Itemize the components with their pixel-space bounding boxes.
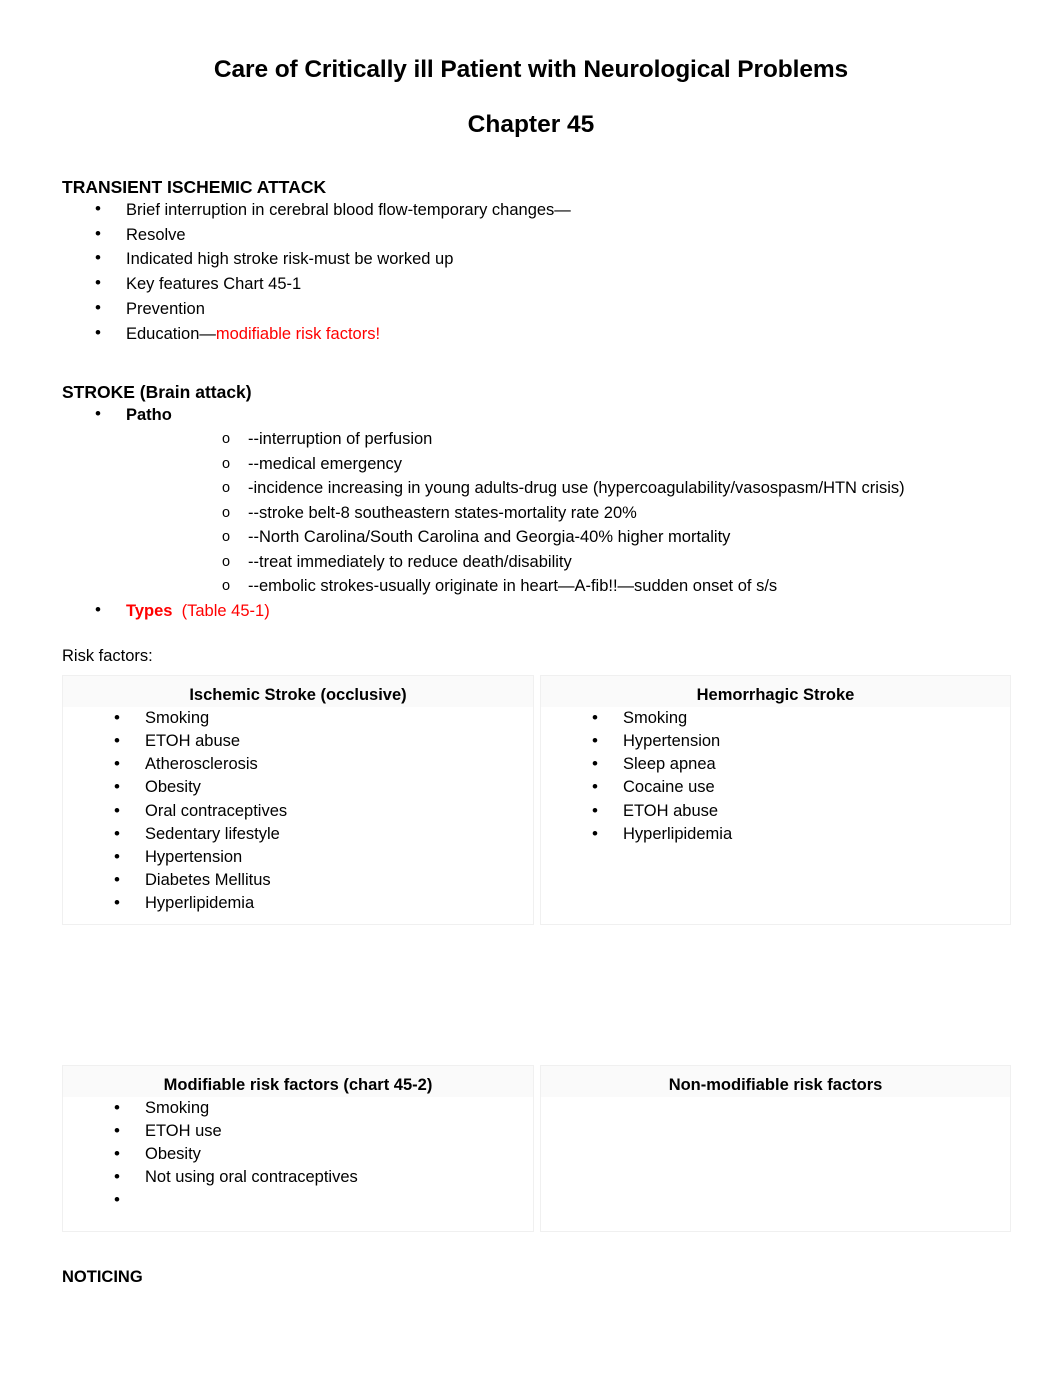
list-item: Hyperlipidemia: [541, 822, 1010, 846]
table-row: Ischemic Stroke (occlusive) Smoking ETOH…: [62, 674, 1011, 925]
hemorrhagic-risk-list: Smoking Hypertension Sleep apnea Cocaine…: [541, 706, 1010, 846]
list-item: Prevention: [62, 296, 1000, 322]
cell-body-ischemic: Smoking ETOH abuse Atherosclerosis Obesi…: [63, 706, 533, 924]
list-item-types: Types (Table 45-1): [62, 598, 1000, 624]
tia-bullet-list: Brief interruption in cerebral blood flo…: [62, 197, 1000, 347]
stroke-bullet-list: Patho --interruption of perfusion --medi…: [62, 402, 1000, 624]
list-item: Smoking: [63, 706, 533, 730]
list-item: --stroke belt-8 southeastern states-mort…: [126, 501, 1000, 526]
list-item: Not using oral contraceptives: [63, 1165, 533, 1189]
list-item: ETOH abuse: [63, 729, 533, 753]
list-item: Sleep apnea: [541, 752, 1010, 776]
table-row: Modifiable risk factors (chart 45-2) Smo…: [62, 1064, 1011, 1232]
list-item: Obesity: [63, 775, 533, 799]
list-item-patho: Patho --interruption of perfusion --medi…: [62, 402, 1000, 599]
list-item: Cocaine use: [541, 775, 1010, 799]
document-content: Care of Critically ill Patient with Neur…: [62, 0, 1011, 1288]
list-item: Sedentary lifestyle: [63, 822, 533, 846]
cell-body-modifiable: Smoking ETOH use Obesity Not using oral …: [63, 1096, 533, 1231]
list-item: Hypertension: [541, 729, 1010, 753]
list-item: Atherosclerosis: [63, 752, 533, 776]
page-title: Care of Critically ill Patient with Neur…: [213, 56, 849, 83]
list-item: --embolic strokes-usually originate in h…: [126, 574, 1000, 599]
list-item: Obesity: [63, 1142, 533, 1166]
document-page: Care of Critically ill Patient with Neur…: [0, 0, 1062, 1377]
section-heading-tia: TRANSIENT ISCHEMIC ATTACK: [62, 176, 327, 197]
list-item-empty: [63, 1188, 533, 1212]
ischemic-risk-list: Smoking ETOH abuse Atherosclerosis Obesi…: [63, 706, 533, 916]
education-prefix: Education—: [126, 324, 216, 343]
list-item: ETOH abuse: [541, 798, 1010, 823]
types-reference: (Table 45-1): [181, 601, 270, 620]
list-item: --interruption of perfusion: [126, 427, 1000, 452]
cell-body-non-modifiable: [541, 1097, 1010, 1227]
list-item: Key features Chart 45-1: [62, 271, 1000, 297]
types-label: Types: [126, 601, 173, 620]
cell-body-hemorrhagic: Smoking Hypertension Sleep apnea Cocaine…: [541, 706, 1010, 854]
list-item: Diabetes Mellitus: [63, 868, 533, 892]
list-item: Brief interruption in cerebral blood flo…: [62, 197, 1000, 223]
table-cell-hemorrhagic: Hemorrhagic Stroke Smoking Hypertension …: [540, 674, 1011, 925]
column-header-non-modifiable: Non-modifiable risk factors: [541, 1065, 1010, 1097]
list-item: --North Carolina/South Carolina and Geor…: [126, 525, 1000, 550]
list-item: Hypertension: [63, 845, 533, 869]
table-stroke-risk-factors: Ischemic Stroke (occlusive) Smoking ETOH…: [62, 674, 1011, 925]
list-item-education: Education—modifiable risk factors!: [62, 321, 1000, 347]
column-header-modifiable: Modifiable risk factors (chart 45-2): [63, 1065, 533, 1097]
table-modifiable-risk-factors: Modifiable risk factors (chart 45-2) Smo…: [62, 1064, 1011, 1232]
list-item: --treat immediately to reduce death/disa…: [126, 550, 1000, 575]
risk-factors-label: Risk factors:: [62, 646, 153, 665]
list-item: -incidence increasing in young adults-dr…: [126, 476, 1000, 501]
list-item: --medical emergency: [126, 452, 1000, 477]
list-item: Smoking: [541, 706, 1010, 730]
list-item: Hyperlipidemia: [63, 891, 533, 915]
list-item: Resolve: [62, 222, 1000, 248]
list-item: ETOH use: [63, 1119, 533, 1143]
table-vertical-gap: [62, 925, 1000, 1065]
table-cell-ischemic: Ischemic Stroke (occlusive) Smoking ETOH…: [62, 674, 534, 925]
list-item: Oral contraceptives: [63, 798, 533, 823]
table-cell-non-modifiable: Non-modifiable risk factors: [540, 1064, 1011, 1232]
patho-sublist: --interruption of perfusion --medical em…: [126, 427, 1000, 599]
list-item: Smoking: [63, 1096, 533, 1120]
column-header-ischemic: Ischemic Stroke (occlusive): [63, 675, 533, 707]
modifiable-risk-list: Smoking ETOH use Obesity Not using oral …: [63, 1096, 533, 1213]
section-heading-stroke: STROKE (Brain attack): [62, 381, 252, 402]
education-highlight: modifiable risk factors!: [215, 324, 381, 343]
column-header-hemorrhagic: Hemorrhagic Stroke: [541, 675, 1010, 707]
section-heading-noticing: NOTICING: [62, 1267, 143, 1286]
table-cell-modifiable: Modifiable risk factors (chart 45-2) Smo…: [62, 1064, 534, 1232]
patho-label: Patho: [126, 405, 172, 424]
page-subtitle: Chapter 45: [467, 110, 595, 138]
list-item: Indicated high stroke risk-must be worke…: [62, 246, 1000, 272]
